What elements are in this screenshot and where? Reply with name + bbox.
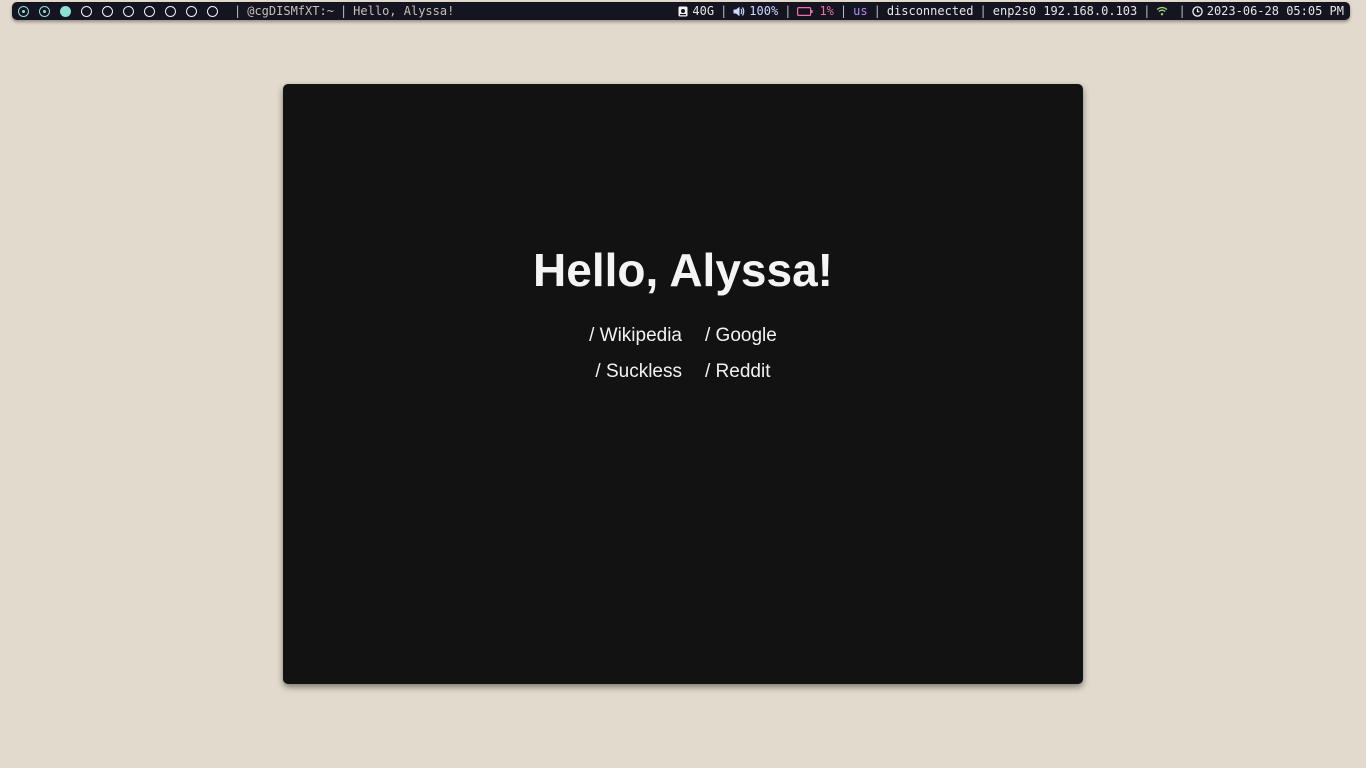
link-suckless[interactable]: / Suckless	[595, 360, 682, 384]
wifi-status: disconnected	[886, 4, 974, 18]
link-wikipedia[interactable]: / Wikipedia	[589, 324, 682, 348]
speaker-icon[interactable]	[733, 6, 745, 17]
workspace-6[interactable]	[123, 5, 134, 17]
volume-level[interactable]: 100%	[749, 2, 778, 20]
separator: |	[720, 4, 728, 18]
ethernet-status: enp2s0 192.168.0.103	[992, 4, 1138, 18]
separator: |	[234, 4, 242, 18]
workspace-8[interactable]	[165, 5, 176, 17]
clock-datetime[interactable]: 2023-06-28 05:05 PM	[1207, 2, 1344, 20]
workspace-4[interactable]	[81, 5, 92, 17]
workspace-7[interactable]	[144, 5, 155, 17]
status-bar-left: | @cgDISMfXT:~ | Hello, Alyssa!	[18, 2, 454, 20]
active-window-title: Hello, Alyssa!	[353, 4, 455, 18]
separator: |	[979, 4, 987, 18]
separator: |	[839, 4, 848, 18]
terminal-title: @cgDISMfXT:~	[247, 4, 334, 18]
separator: |	[873, 4, 881, 18]
page-title: Hello, Alyssa!	[533, 244, 833, 296]
workspace-3[interactable]	[60, 5, 71, 17]
workspace-9[interactable]	[186, 5, 197, 17]
separator: |	[339, 4, 348, 18]
workspace-2[interactable]	[39, 5, 50, 17]
status-bar: | @cgDISMfXT:~ | Hello, Alyssa! 40G | 10…	[12, 2, 1350, 20]
separator: |	[784, 4, 792, 18]
disk-icon	[678, 6, 688, 17]
separator: |	[1143, 4, 1151, 18]
battery-icon	[797, 6, 814, 16]
link-reddit[interactable]: / Reddit	[705, 360, 770, 384]
workspace-1[interactable]	[18, 5, 29, 17]
wifi-icon[interactable]	[1156, 6, 1168, 16]
disk-usage: 40G	[692, 4, 715, 18]
browser-window: Hello, Alyssa! / Wikipedia / Google / Su…	[283, 84, 1083, 684]
workspace-10[interactable]	[207, 5, 218, 17]
battery-level: 1%	[819, 4, 834, 18]
separator: |	[1178, 4, 1186, 18]
clock-icon	[1191, 5, 1203, 17]
workspace-5[interactable]	[102, 5, 113, 17]
keyboard-layout[interactable]: us	[853, 2, 867, 20]
link-google[interactable]: / Google	[705, 324, 777, 348]
status-bar-right: 40G | 100% | 1% | us | disconnected | en…	[678, 2, 1344, 20]
workspace-list	[18, 5, 228, 17]
